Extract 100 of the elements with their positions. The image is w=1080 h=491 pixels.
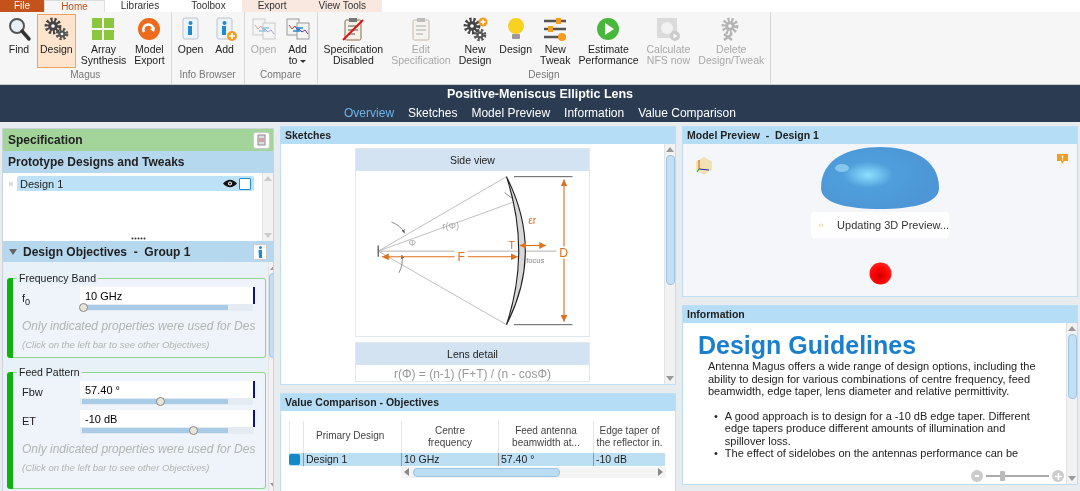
- objective-bar[interactable]: [7, 278, 13, 358]
- eye-icon[interactable]: [223, 179, 237, 188]
- bullet-text: The effect of sidelobes on the antennas performance can be: [724, 447, 1019, 460]
- param-label: ET: [22, 414, 38, 427]
- horizontal-scrollbar[interactable]: [401, 466, 666, 478]
- axes-icon[interactable]: [695, 156, 713, 175]
- checkbox[interactable]: [239, 177, 251, 190]
- ribbon-button[interactable]: Specification Disabled: [320, 14, 387, 68]
- objective-bar[interactable]: [7, 372, 13, 489]
- panel-title: Information: [683, 306, 1077, 323]
- disc-play-icon: [655, 16, 682, 42]
- page-title: Positive-Meniscus Elliptic Lens: [446, 87, 634, 101]
- section-title: Design Objectives - Group 1: [23, 244, 192, 259]
- group-label: Design: [527, 69, 561, 82]
- value-field[interactable]: -10 dB: [80, 410, 256, 427]
- ribbon-button[interactable]: Design: [496, 14, 536, 68]
- bullet-mark: •: [714, 409, 718, 424]
- scrollbar[interactable]: [1066, 323, 1077, 484]
- group-label: Compare: [259, 69, 303, 82]
- grid-icon: [90, 16, 117, 42]
- nav-link[interactable]: Value Comparison: [638, 106, 736, 120]
- column-header[interactable]: Edge taper of the reflector in.: [593, 420, 665, 453]
- hint-text: (Click on the left bar to see other Objectives): [22, 339, 211, 350]
- ribbon-button[interactable]: Open: [174, 14, 207, 68]
- design-item[interactable]: Design 1: [17, 176, 254, 191]
- param-label: f$_{0}$: [22, 291, 32, 308]
- feed-sphere-drawing: [868, 262, 892, 285]
- sliders-icon: [542, 16, 569, 42]
- slider-thumb[interactable]: [155, 397, 165, 406]
- menu-tab[interactable]: Home: [44, 0, 105, 12]
- splitter-grip-icon[interactable]: [131, 237, 147, 240]
- ribbon-button[interactable]: Design: [37, 14, 76, 68]
- group-title: Frequency Band: [17, 272, 99, 284]
- ribbon-button[interactable]: Add to: [281, 14, 314, 68]
- search-icon: [6, 16, 32, 42]
- export-icon: [136, 16, 163, 42]
- nav-link[interactable]: Information: [564, 106, 625, 120]
- formula-text: r(Φ) = (n-1) (F+T) / (n - cosΦ): [392, 366, 553, 381]
- group-title: Feed Pattern: [17, 366, 82, 378]
- slider[interactable]: [80, 427, 254, 434]
- compare-icon: [250, 16, 277, 42]
- ribbon-button[interactable]: Estimate Performance: [575, 14, 642, 68]
- clipboard-slash-icon: [340, 16, 367, 42]
- warning-icon[interactable]: [1056, 153, 1069, 165]
- ribbon-button[interactable]: Array Synthesis: [77, 14, 130, 68]
- diagram-label: D: [558, 245, 568, 260]
- panel-title: Model Preview - Design 1: [683, 127, 1077, 144]
- menu-tab[interactable]: View Tools: [302, 0, 382, 12]
- menu-tab[interactable]: File: [0, 0, 45, 12]
- hint-text: (Click on the left bar to see other Objectives): [22, 462, 211, 473]
- panel-button[interactable]: [253, 131, 270, 149]
- slider[interactable]: [80, 304, 254, 311]
- value-field[interactable]: 57.40 °: [80, 381, 256, 398]
- value-field[interactable]: 10 GHz: [80, 287, 256, 304]
- ribbon-button[interactable]: Model Export: [131, 14, 168, 68]
- diagram-label: Φ: [407, 237, 416, 249]
- note-text: Only indicated properties were used for Des: [22, 442, 256, 456]
- slider-thumb[interactable]: [188, 426, 198, 435]
- nav-link[interactable]: Model Preview: [471, 106, 551, 120]
- card-title: Lens detail: [356, 343, 589, 365]
- group-label: Info Browser: [178, 69, 237, 82]
- diagram-label: T: [507, 239, 515, 252]
- param-label: Fbw: [22, 385, 44, 398]
- zoom-in-button[interactable]: [1052, 470, 1064, 482]
- ribbon-button[interactable]: New Design: [455, 14, 495, 68]
- slider-thumb[interactable]: [999, 471, 1005, 481]
- ribbon-button[interactable]: Find: [3, 14, 35, 68]
- scrollbar[interactable]: [664, 144, 675, 384]
- dimension-arrow: [518, 242, 547, 249]
- gears-plus-icon: [462, 16, 488, 42]
- card-title: Side view: [356, 149, 589, 171]
- bullet-text: A good approach is to design for a -10 dB edge taper. Different edge tapers produce different amounts of illumination and spillover loss.: [724, 409, 1031, 447]
- play-icon: [595, 16, 622, 42]
- nav-link[interactable]: Sketches: [408, 106, 458, 120]
- panel-title: Specification: [8, 133, 83, 147]
- ribbon-button[interactable]: New Tweak: [537, 14, 574, 68]
- slider-thumb[interactable]: [79, 303, 89, 312]
- viewport[interactable]: Updating 3D Preview...: [683, 144, 1077, 296]
- scrollbar[interactable]: [262, 173, 273, 241]
- menu-tab[interactable]: Export: [241, 0, 303, 12]
- paragraph: Antenna Magus offers a wide range of design options, including the ability to design for various combinations of centre frequency, feed beamwidth, edge taper, lens diameter and relative permittivity.: [708, 360, 1037, 398]
- design-name: Design 1: [20, 177, 64, 190]
- group-label: Magus: [69, 69, 102, 82]
- info-icon: [257, 245, 263, 258]
- heading: Design Guidelines: [698, 330, 918, 360]
- nav-link[interactable]: Overview: [344, 106, 395, 120]
- status-text: Updating 3D Preview...: [837, 219, 949, 231]
- section-title: Prototype Designs and Tweaks: [8, 154, 185, 171]
- bullet-mark: •: [714, 447, 718, 460]
- tree-bullet: [9, 181, 13, 186]
- slider[interactable]: [80, 398, 254, 405]
- document-icon: [256, 134, 267, 146]
- diagram-label: r(Φ): [441, 219, 459, 231]
- note-text: Only indicated properties were used for Des: [22, 319, 256, 333]
- info-button[interactable]: [253, 243, 267, 260]
- diagram-label: F: [456, 249, 465, 264]
- zoom-out-button[interactable]: [971, 470, 983, 482]
- collapse-toggle[interactable]: [9, 248, 17, 255]
- diagram-label: εr: [527, 214, 536, 226]
- ribbon-button[interactable]: Add: [208, 14, 241, 68]
